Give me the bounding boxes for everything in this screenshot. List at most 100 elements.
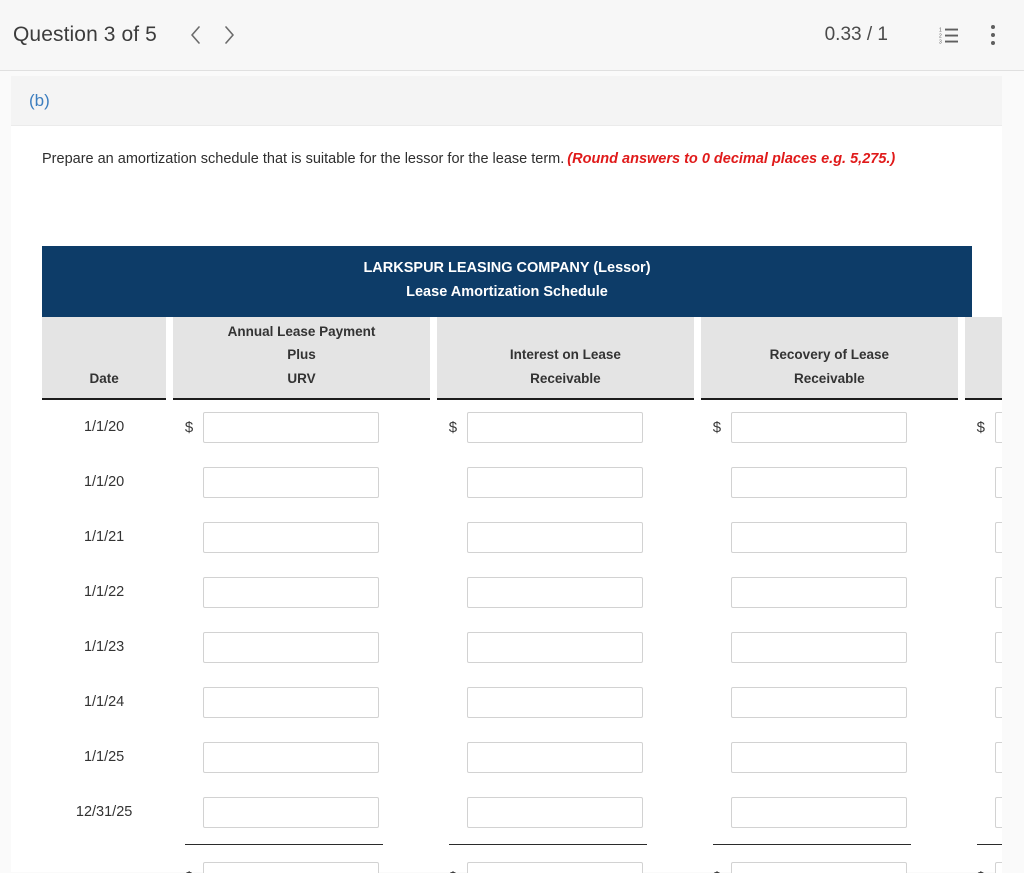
column-gap [166, 675, 173, 730]
amount-cell: $ [965, 620, 1002, 675]
amount-input-r3-c3[interactable] [994, 576, 1002, 608]
amount-input-rtotal-c2[interactable] [730, 861, 907, 873]
amount-input-r7-c1[interactable] [466, 796, 643, 828]
amount-cell-content: $ [701, 861, 958, 873]
amount-cell-content: $ [965, 411, 1002, 443]
amount-input-r4-c1[interactable] [466, 631, 643, 663]
column-gap [958, 730, 965, 785]
amount-cell-content: $ [173, 411, 430, 443]
dollar-sign: $ [977, 694, 995, 711]
instruction-text: Prepare an amortization schedule that is… [42, 151, 895, 167]
column-header-recovery-of-lease-receivable: Recovery of Lease Receivable [700, 316, 958, 400]
table-row: 12/31/25 $ $ $ $ [42, 785, 1002, 840]
dollar-sign: $ [185, 804, 203, 821]
column-header-line2: Receivable [530, 370, 601, 386]
column-gap [166, 565, 173, 620]
amount-cell: $ [437, 785, 694, 840]
dollar-sign: $ [185, 639, 203, 656]
amount-input-r4-c3[interactable] [994, 631, 1002, 663]
column-header-line2: Plus [287, 347, 316, 363]
amount-cell-content: $ [437, 521, 694, 553]
dollar-sign: $ [185, 584, 203, 601]
amount-cell-content: $ [701, 741, 958, 773]
amount-input-r6-c2[interactable] [730, 741, 907, 773]
amount-input-r1-c0[interactable] [202, 466, 379, 498]
amount-cell-content: $ [701, 576, 958, 608]
amount-input-r2-c2[interactable] [730, 521, 907, 553]
dollar-sign: $ [712, 418, 722, 436]
amount-input-r7-c0[interactable] [202, 796, 379, 828]
amount-input-r7-c3[interactable] [994, 796, 1002, 828]
dollar-sign: $ [977, 584, 995, 601]
instruction-main: Prepare an amortization schedule that is… [42, 151, 565, 167]
column-gap [958, 675, 965, 730]
column-gap [430, 785, 437, 840]
amount-cell: $ [965, 730, 1002, 785]
date-cell: 1/1/22 [83, 584, 125, 601]
amount-input-r5-c0[interactable] [202, 686, 379, 718]
amount-input-r6-c3[interactable] [994, 741, 1002, 773]
column-header-lease-receivable: Lease Receivable [964, 316, 1002, 400]
prev-question-button[interactable] [179, 18, 213, 52]
amount-input-r6-c1[interactable] [466, 741, 643, 773]
amount-input-r0-c0[interactable] [202, 411, 379, 443]
amount-input-rtotal-c1[interactable] [466, 861, 643, 873]
amount-input-r1-c3[interactable] [994, 466, 1002, 498]
table-row: 1/1/24 $ $ $ $ [42, 675, 1002, 730]
amount-input-r1-c1[interactable] [466, 466, 643, 498]
amount-input-r3-c1[interactable] [466, 576, 643, 608]
amount-input-rtotal-c3[interactable] [994, 861, 1002, 873]
amount-input-r6-c0[interactable] [202, 741, 379, 773]
amount-cell-content: $ [965, 741, 1002, 773]
amount-input-r7-c2[interactable] [730, 796, 907, 828]
amount-cell-content: $ [437, 631, 694, 663]
amount-cell: $ [701, 785, 958, 840]
date-cell: 12/31/25 [75, 804, 133, 821]
amount-input-r0-c1[interactable] [466, 411, 643, 443]
amount-cell: $ [437, 620, 694, 675]
amount-cell-content: $ [701, 631, 958, 663]
amount-input-r5-c1[interactable] [466, 686, 643, 718]
column-gap [430, 675, 437, 730]
amount-input-r2-c1[interactable] [466, 521, 643, 553]
column-gap [694, 455, 701, 510]
column-header-interest-on-lease-receivable: Interest on Lease Receivable [436, 316, 695, 400]
column-gap [430, 316, 437, 399]
amount-input-r3-c0[interactable] [202, 576, 379, 608]
dollar-sign: $ [448, 418, 458, 436]
table-row: 1/1/20 $ $ $ $ [42, 399, 1002, 455]
amount-input-r2-c3[interactable] [994, 521, 1002, 553]
dollar-sign: $ [449, 869, 467, 873]
date-cell: 1/1/25 [83, 749, 125, 766]
part-label: (b) [29, 90, 50, 110]
amount-cell: $ [437, 730, 694, 785]
question-page: (b) Prepare an amortization schedule tha… [0, 71, 1024, 873]
column-gap [694, 510, 701, 565]
dollar-sign: $ [713, 804, 731, 821]
column-gap [957, 316, 965, 399]
amount-input-r3-c2[interactable] [730, 576, 907, 608]
amount-input-r4-c0[interactable] [202, 631, 379, 663]
column-gap [958, 455, 965, 510]
amount-input-r4-c2[interactable] [730, 631, 907, 663]
amount-cell: $ [701, 850, 958, 873]
amount-input-r5-c2[interactable] [730, 686, 907, 718]
next-question-button[interactable] [213, 18, 247, 52]
column-rule [173, 840, 430, 850]
dollar-sign: $ [713, 639, 731, 656]
dollar-sign: $ [977, 804, 995, 821]
dollar-sign: $ [977, 639, 995, 656]
question-list-button[interactable]: 1 2 3 [934, 20, 964, 50]
more-options-button[interactable] [978, 20, 1008, 50]
amount-input-r0-c2[interactable] [730, 411, 907, 443]
column-gap [694, 785, 701, 840]
amount-input-r1-c2[interactable] [730, 466, 907, 498]
dollar-sign: $ [449, 694, 467, 711]
question-toolbar: Question 3 of 5 0.33 / 1 1 2 3 [0, 0, 1024, 71]
amount-input-r5-c3[interactable] [994, 686, 1002, 718]
dollar-sign: $ [713, 749, 731, 766]
dollar-sign: $ [185, 694, 203, 711]
amount-input-r2-c0[interactable] [202, 521, 379, 553]
amount-input-r0-c3[interactable] [994, 411, 1002, 443]
amount-input-rtotal-c0[interactable] [202, 861, 379, 873]
